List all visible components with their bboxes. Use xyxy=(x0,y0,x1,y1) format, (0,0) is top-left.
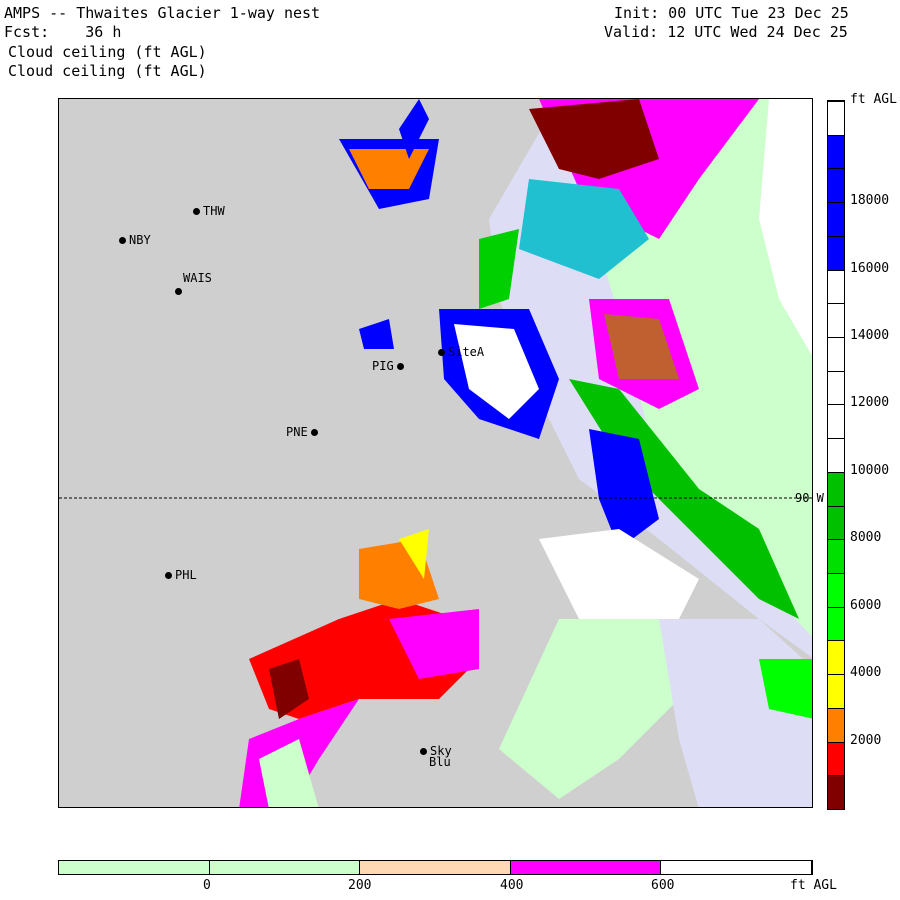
low-colorbar-segment xyxy=(209,861,361,874)
station-marker xyxy=(438,348,445,356)
colorbar-label: 8000 xyxy=(850,530,882,546)
colorbar-label: 12000 xyxy=(850,395,890,411)
colorbar-label: 18000 xyxy=(850,193,890,209)
low-ceiling-colorbar xyxy=(58,860,813,875)
colorbar-unit: ft AGL xyxy=(850,92,897,107)
station-nby: NBY xyxy=(119,233,151,247)
valid-time: Valid: 12 UTC Wed 24 Dec 25 xyxy=(604,23,848,41)
colorbar-segment xyxy=(828,303,844,337)
station-marker xyxy=(165,571,172,579)
colorbar-segment xyxy=(828,168,844,203)
station-wais: WAIS xyxy=(175,271,212,295)
forecast-hour: Fcst: 36 h xyxy=(4,23,122,41)
field-label: Cloud ceiling (ft AGL) xyxy=(8,43,207,61)
colorbar-segment xyxy=(828,640,844,675)
low-colorbar-segment xyxy=(510,861,662,874)
colorbar-label: 16000 xyxy=(850,260,890,276)
colorbar-segment xyxy=(828,337,844,371)
colorbar-label: 6000 xyxy=(850,597,882,613)
colorbar-segment xyxy=(828,707,844,742)
colorbar-segment xyxy=(828,235,844,270)
station-thw: THW xyxy=(193,204,225,218)
field-label-2: Cloud ceiling (ft AGL) xyxy=(8,62,207,80)
station-marker xyxy=(420,747,427,755)
colorbar-segment xyxy=(828,674,844,708)
colorbar-segment xyxy=(828,505,844,540)
low-colorbar-label: 600 xyxy=(651,878,675,893)
colorbar-segment xyxy=(828,606,844,641)
station-marker xyxy=(396,362,404,370)
station-marker xyxy=(310,428,318,436)
station-pig: PIG xyxy=(372,359,404,373)
colorbar-label: 2000 xyxy=(850,732,882,748)
colorbar-segment xyxy=(828,101,844,135)
low-colorbar-segment xyxy=(59,861,210,874)
station-phl: PHL xyxy=(165,568,197,582)
station-marker xyxy=(175,288,182,295)
low-colorbar-label: 0 xyxy=(203,878,211,893)
low-colorbar-label: 400 xyxy=(500,878,524,893)
meridian-label: 90 W xyxy=(795,491,824,505)
colorbar-segment xyxy=(828,741,844,776)
station-marker xyxy=(193,207,200,215)
colorbar-segment xyxy=(828,471,844,506)
station-marker xyxy=(119,236,126,244)
title: AMPS -- Thwaites Glacier 1-way nest xyxy=(4,4,321,22)
station-pne: PNE xyxy=(286,425,318,439)
colorbar-label: 10000 xyxy=(850,462,890,478)
low-colorbar-unit: ft AGL xyxy=(790,878,837,893)
ceiling-colorbar xyxy=(827,100,845,810)
colorbar-segment xyxy=(828,775,844,809)
colorbar-segment xyxy=(828,370,844,405)
colorbar-segment xyxy=(828,269,844,304)
colorbar-segment xyxy=(828,404,844,439)
station-blu: Blu xyxy=(429,755,451,769)
colorbar-segment xyxy=(828,539,844,573)
colorbar-segment xyxy=(828,438,844,472)
init-time: Init: 00 UTC Tue 23 Dec 25 xyxy=(614,4,849,22)
low-colorbar-label: 200 xyxy=(348,878,372,893)
cloud-ceiling-field xyxy=(59,99,812,807)
low-colorbar-segment xyxy=(360,861,511,874)
colorbar-label: 4000 xyxy=(850,665,882,681)
map-plot: THW NBY WAIS PIG SiteA PNE PHL Sky Blu xyxy=(58,98,813,808)
colorbar-segment xyxy=(828,134,844,169)
low-colorbar-segment xyxy=(661,861,812,874)
colorbar-segment xyxy=(828,573,844,607)
colorbar-segment xyxy=(828,202,844,236)
colorbar-label: 14000 xyxy=(850,328,890,343)
station-sitea: SiteA xyxy=(438,345,484,359)
